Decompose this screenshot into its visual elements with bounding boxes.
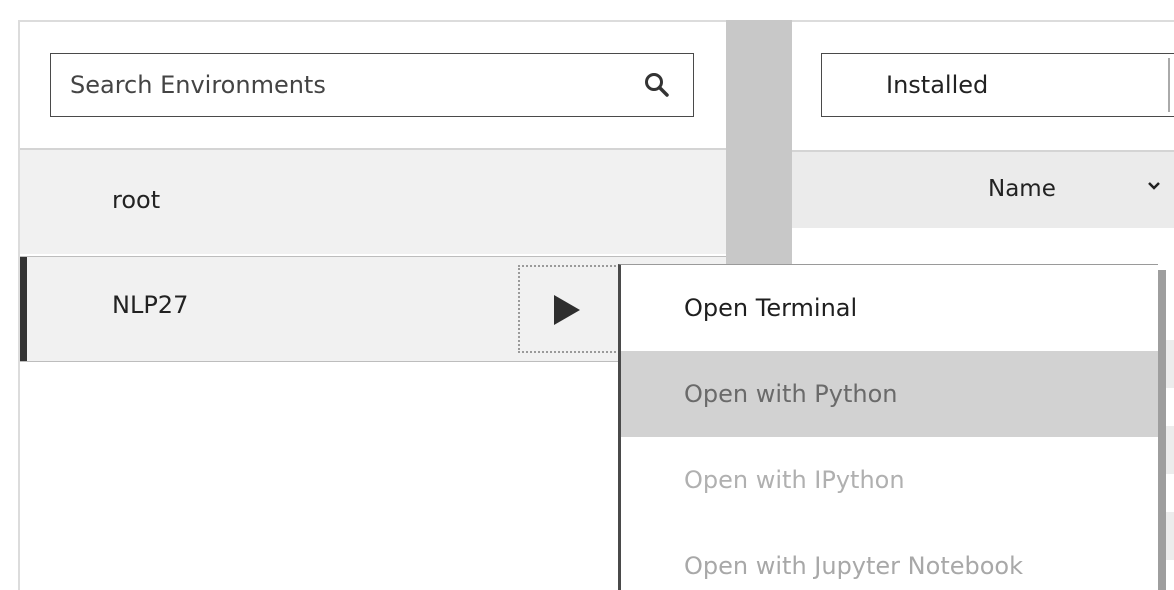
environment-name: NLP27 <box>112 291 189 319</box>
selected-indicator <box>20 257 27 361</box>
menu-item-open-with-jupyter-notebook[interactable]: Open with Jupyter Notebook <box>621 523 1158 590</box>
column-header-name[interactable]: Name <box>988 176 1056 202</box>
search-icon[interactable] <box>643 71 671 99</box>
menu-item-open-terminal[interactable]: Open Terminal <box>621 265 1158 351</box>
package-filter-value: Installed <box>886 71 989 99</box>
search-environments-box <box>50 53 694 117</box>
context-menu-shadow <box>1158 270 1166 590</box>
search-environments-input[interactable] <box>51 54 631 116</box>
navigator-window: root NLP27 Installed Name Open Term <box>0 0 1174 590</box>
package-filter-select[interactable]: Installed <box>821 53 1174 117</box>
menu-item-open-with-ipython[interactable]: Open with IPython <box>621 437 1158 523</box>
package-table-header: Name <box>792 150 1174 228</box>
menu-item-open-with-python[interactable]: Open with Python <box>621 351 1158 437</box>
environment-play-button[interactable] <box>518 265 628 353</box>
filter-separator <box>1168 58 1170 112</box>
environment-name: root <box>112 186 161 214</box>
play-icon <box>554 295 580 325</box>
chevron-down-icon[interactable] <box>1146 178 1162 194</box>
environment-item-root[interactable]: root <box>20 150 726 254</box>
environment-context-menu: Open Terminal Open with Python Open with… <box>618 264 1158 590</box>
